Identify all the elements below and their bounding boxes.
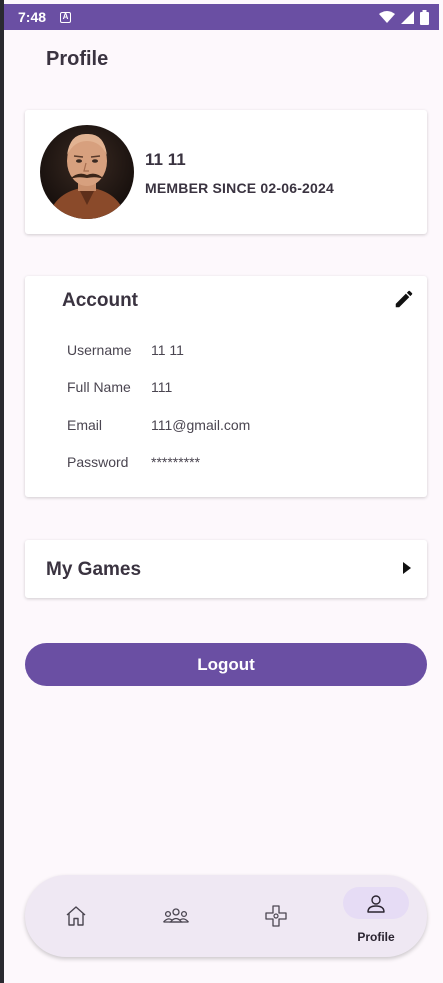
nav-profile-active-pill[interactable] (343, 887, 409, 919)
password-value: ********* (151, 454, 201, 470)
username-label: Username (67, 342, 132, 358)
nav-community[interactable] (141, 875, 211, 957)
status-time: 7:48 (18, 9, 47, 25)
battery-icon (420, 9, 429, 25)
my-games-label: My Games (46, 559, 142, 580)
my-games-row[interactable]: My Games (25, 540, 427, 598)
logout-button[interactable]: Logout (25, 643, 427, 686)
games-icon (265, 905, 287, 927)
status-right-icons (379, 9, 429, 25)
chevron-right-icon (403, 562, 411, 574)
password-label: Password (67, 454, 129, 470)
edit-icon[interactable] (393, 288, 415, 310)
account-title: Account (62, 290, 138, 311)
status-bar: 7:48 A (4, 4, 439, 30)
home-icon (66, 906, 86, 926)
signal-icon (401, 10, 414, 24)
wifi-icon (379, 10, 395, 23)
page-title: Profile (46, 48, 109, 70)
user-name: 11 11 (145, 150, 186, 169)
username-value: 11 11 (151, 342, 184, 358)
email-value: 111@gmail.com (151, 417, 251, 433)
nav-home[interactable] (41, 875, 111, 957)
community-icon (163, 908, 189, 923)
app-screen: 7:48 A Profile 11 11 MEMBER SINCE 02-06-… (4, 0, 443, 983)
avatar (40, 125, 134, 219)
nav-profile-label: Profile (357, 930, 395, 944)
member-since: MEMBER SINCE 02-06-2024 (145, 180, 334, 196)
a-icon: A (60, 11, 72, 23)
bottom-nav: Profile (25, 875, 427, 957)
nav-games[interactable] (241, 875, 311, 957)
full-name-value: 111 (151, 379, 173, 395)
email-label: Email (67, 417, 103, 433)
account-card: Account Username 11 11 Full Name 111 Ema… (25, 276, 427, 497)
full-name-label: Full Name (67, 379, 131, 395)
profile-card: 11 11 MEMBER SINCE 02-06-2024 (25, 110, 427, 234)
